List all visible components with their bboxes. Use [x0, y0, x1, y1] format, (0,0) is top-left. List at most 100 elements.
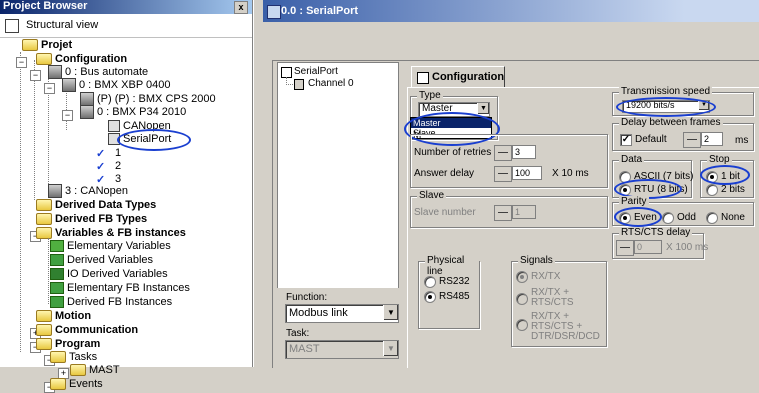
- tree-item-label: Derived FB Types: [55, 213, 148, 225]
- tree-item-label: Variables & FB instances: [55, 227, 186, 239]
- tree-item-label: IO Derived Variables: [67, 268, 168, 280]
- delay-frames-label: Delay between frames: [619, 117, 723, 128]
- tree-item-io-derived-variables[interactable]: IO Derived Variables: [50, 267, 168, 282]
- tree-item-projet[interactable]: Projet: [22, 38, 72, 53]
- window-title: 0.0 : SerialPort: [281, 5, 359, 17]
- tree-item-bmx-xbp[interactable]: 0 : BMX XBP 0400: [62, 78, 171, 93]
- tree-item-derived-data-types[interactable]: Derived Data Types: [36, 198, 156, 213]
- parity-label: Parity: [619, 196, 649, 207]
- folder-icon: [22, 39, 38, 52]
- tree-item-mast[interactable]: MAST: [70, 363, 120, 378]
- rxtx-rtscts-radio: [516, 293, 528, 305]
- tree-item-label: MAST: [89, 364, 120, 376]
- channel-tree-root[interactable]: SerialPort: [294, 66, 338, 77]
- answer-delay-spinner[interactable]: 100: [494, 166, 544, 182]
- chevron-down-icon[interactable]: ▼: [383, 305, 398, 320]
- close-button[interactable]: x: [234, 1, 248, 14]
- tree-item-label: Derived Data Types: [55, 199, 157, 211]
- spin-icon: [616, 240, 634, 256]
- collapse-icon[interactable]: −: [44, 83, 55, 94]
- delay-frames-spinner[interactable]: 2: [683, 132, 723, 148]
- project-browser-title: Project Browser: [3, 0, 88, 12]
- tree-item-label: Derived FB Instances: [67, 296, 173, 308]
- spin-icon: [494, 205, 512, 221]
- task-select: MAST ▼: [285, 340, 399, 359]
- highlight-oval: [117, 129, 191, 151]
- tree-item-derived-fb-instances[interactable]: Derived FB Instances: [50, 295, 172, 310]
- bus-icon: [48, 184, 62, 199]
- function-panel: Function: Modbus link ▼ Task: MAST ▼: [277, 288, 401, 367]
- module-icon: [80, 92, 94, 107]
- type-group-label: Type: [417, 90, 443, 101]
- default-label: Default: [635, 134, 667, 145]
- tree-item-label: Motion: [55, 310, 92, 322]
- tree-item-label: Derived Variables: [67, 254, 154, 266]
- tree-item-label: 3 : CANopen: [65, 185, 128, 197]
- tree-item-events[interactable]: Events: [50, 377, 103, 392]
- physical-line-label: Physical line: [425, 255, 479, 277]
- bus-icon: [48, 65, 62, 80]
- tree-item-label: 0 : Bus automate: [65, 66, 149, 78]
- checkmark-icon: ✓: [96, 161, 106, 174]
- collapse-icon[interactable]: −: [16, 57, 27, 68]
- function-select[interactable]: Modbus link ▼: [285, 304, 399, 323]
- tree-item-label: Events: [69, 378, 103, 390]
- tree-item-motion[interactable]: Motion: [36, 309, 91, 324]
- variable-icon: [50, 240, 64, 253]
- delay-frames-value[interactable]: 2: [701, 132, 723, 146]
- tree-item-bmx-p34[interactable]: 0 : BMX P34 2010: [80, 105, 186, 120]
- tree-item-label: (P) (P) : BMX CPS 2000: [97, 93, 216, 105]
- structural-view-label: Structural view: [26, 19, 99, 31]
- tree-item-label: 1: [115, 147, 122, 159]
- retries-value[interactable]: 3: [512, 145, 536, 159]
- collapse-icon[interactable]: −: [30, 70, 41, 81]
- tree-item-derived-variables[interactable]: Derived Variables: [50, 253, 153, 268]
- rts-cts-unit: X 100 ms: [666, 242, 709, 253]
- slave-group-label: Slave: [417, 190, 447, 201]
- signals-label: Signals: [518, 255, 555, 266]
- structural-view-bar[interactable]: Structural view: [0, 15, 252, 38]
- spin-icon[interactable]: [494, 145, 512, 161]
- task-label: Task:: [286, 328, 310, 339]
- parity-none-radio[interactable]: [706, 212, 718, 224]
- stop-2bits-radio[interactable]: [706, 184, 718, 196]
- rxtx-radio: [516, 271, 528, 283]
- tree-item-elementary-fb-instances[interactable]: Elementary FB Instances: [50, 281, 190, 296]
- tree-item-communication[interactable]: Communication: [36, 323, 138, 338]
- answer-delay-label: Answer delay: [414, 168, 475, 179]
- slave-number-spinner: 1: [494, 205, 538, 221]
- collapse-icon[interactable]: −: [62, 110, 73, 121]
- highlight-oval: [616, 97, 716, 117]
- tree-item-canopen-bus[interactable]: 3 : CANopen: [48, 184, 128, 199]
- slave-number-value: 1: [512, 205, 536, 219]
- folder-icon: [36, 338, 52, 351]
- parity-none-label: None: [721, 212, 745, 223]
- tree-item-label: Elementary Variables: [67, 240, 171, 252]
- tab-label: Configuration: [432, 71, 505, 83]
- rts-cts-spinner: 0: [616, 240, 662, 256]
- spin-icon[interactable]: [683, 132, 701, 148]
- folder-icon: [36, 199, 52, 212]
- tree-item-derived-fb-types[interactable]: Derived FB Types: [36, 212, 147, 227]
- default-checkbox[interactable]: ✓: [620, 134, 632, 146]
- retries-spinner[interactable]: 3: [494, 145, 538, 161]
- tree-item-elementary-variables[interactable]: Elementary Variables: [50, 239, 171, 254]
- function-label: Function:: [286, 292, 328, 303]
- channel-tree-item[interactable]: Channel 0: [308, 78, 354, 89]
- rxtx-full-label: RX/TX + RTS/CTS + DTR/DSR/DCD: [531, 311, 600, 342]
- fb-icon: [50, 282, 64, 295]
- slave-number-label: Slave number: [414, 207, 476, 218]
- retries-label: Number of retries: [414, 147, 492, 158]
- spin-icon[interactable]: [494, 166, 512, 182]
- rs232-radio[interactable]: [424, 276, 436, 288]
- cpu-icon: [80, 105, 94, 120]
- parity-odd-radio[interactable]: [662, 212, 674, 224]
- answer-delay-unit: X 10 ms: [552, 168, 589, 179]
- tab-configuration[interactable]: Configuration: [411, 66, 505, 88]
- rs485-radio[interactable]: [424, 291, 436, 303]
- tree-item-label: Elementary FB Instances: [67, 282, 190, 294]
- variable-icon: [50, 268, 64, 281]
- answer-delay-value[interactable]: 100: [512, 166, 542, 180]
- chevron-down-icon[interactable]: ▼: [477, 103, 489, 114]
- configuration-icon: [417, 72, 429, 84]
